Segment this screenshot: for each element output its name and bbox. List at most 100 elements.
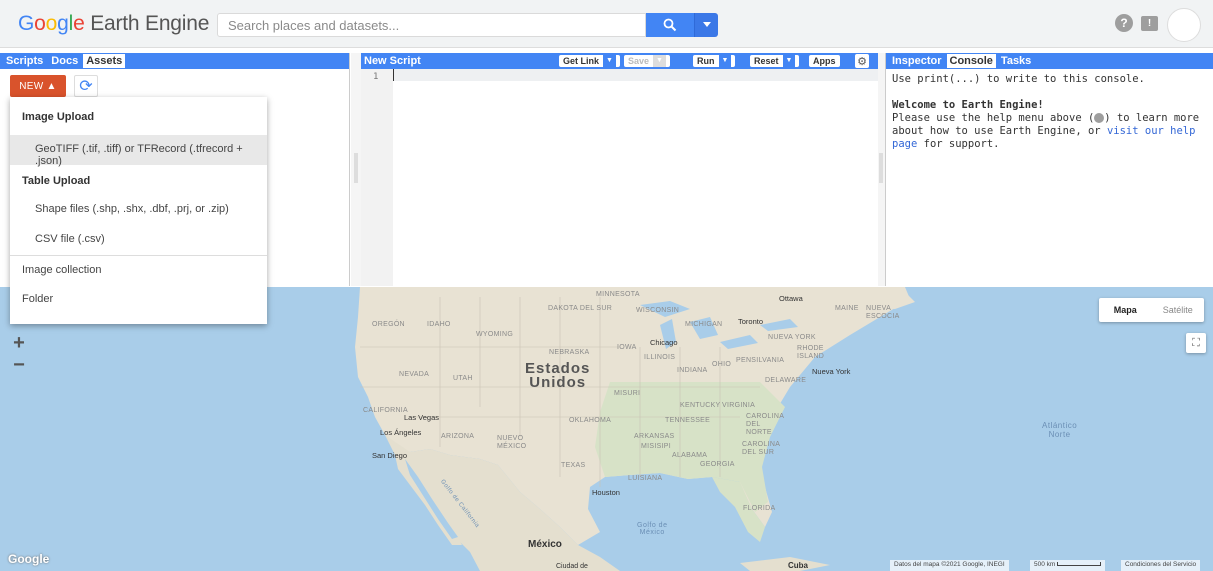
terms-link[interactable]: Condiciones del Servicio <box>1121 560 1201 571</box>
map-attribution: Datos del mapa ©2021 Google, INEGI <box>890 560 1009 571</box>
chevron-down-icon[interactable]: ▼ <box>603 55 616 67</box>
google-map-logo: Google <box>8 552 50 566</box>
region-label: RHODE ISLAND <box>797 345 825 360</box>
region-label: GEORGIA <box>700 461 735 468</box>
map-land-shapes <box>355 287 915 571</box>
reset-button[interactable]: Reset ▼ <box>750 55 800 67</box>
region-label: NEVADA <box>399 371 430 378</box>
region-label: TENNESSEE <box>665 417 711 424</box>
city-label: Los Ángeles <box>380 428 422 437</box>
region-label: ALABAMA <box>672 452 708 459</box>
country-label-mexico: México <box>528 539 562 550</box>
help-link[interactable]: visit our help <box>1107 125 1196 137</box>
region-label: MICHIGAN <box>685 321 723 328</box>
code-input[interactable] <box>393 69 878 81</box>
zoom-in-button[interactable]: + <box>8 332 30 354</box>
account-avatar[interactable] <box>1167 8 1201 42</box>
city-label: Houston <box>592 488 620 497</box>
map-scale[interactable]: 500 km <box>1030 560 1106 571</box>
left-panel-tabs: Scripts Docs Assets <box>0 53 349 69</box>
region-label: NUEVA ESCOCIA <box>866 305 900 320</box>
feedback-icon[interactable]: ! <box>1141 15 1158 31</box>
search-options-button[interactable] <box>694 13 718 37</box>
new-asset-button[interactable]: NEW ▲ <box>10 75 66 97</box>
help-icon[interactable]: ? <box>1115 14 1133 32</box>
region-label: NEBRASKA <box>549 349 590 356</box>
chevron-down-icon[interactable]: ▼ <box>782 55 796 67</box>
region-label: OHIO <box>712 361 732 368</box>
welcome-text-2: about how to use Earth Engine, or <box>892 125 1107 137</box>
refresh-icon[interactable]: ⟳ <box>74 75 98 97</box>
right-splitter[interactable] <box>878 53 885 286</box>
gulf-label: Golfo de México <box>637 522 667 536</box>
fullscreen-icon[interactable]: ⛶ <box>1186 333 1206 353</box>
region-label: KENTUCKY <box>680 402 721 409</box>
gear-icon[interactable]: ⚙ <box>855 54 869 68</box>
map-canvas[interactable]: MINNESOTA DAKOTA DEL SUR WISCONSIN MICHI… <box>0 287 1213 571</box>
city-label: Nueva York <box>812 367 851 376</box>
console-hint: Use print(...) to write to this console. <box>892 73 1145 85</box>
region-label: TEXAS <box>561 462 586 469</box>
logo-product: Earth Engine <box>90 12 210 35</box>
geotiff-upload-item[interactable]: GeoTIFF (.tif, .tiff) or TFRecord (.tfre… <box>10 135 267 167</box>
region-label: INDIANA <box>677 367 708 374</box>
map-type-satellite[interactable]: Satélite <box>1152 298 1205 322</box>
region-label: NUEVO MÉXICO <box>497 435 527 450</box>
zoom-out-button[interactable]: − <box>8 354 30 376</box>
region-label: WISCONSIN <box>636 307 680 314</box>
tab-scripts[interactable]: Scripts <box>3 54 46 68</box>
shape-files-item[interactable]: Shape files (.shp, .shx, .dbf, .prj, or … <box>10 195 267 225</box>
region-label: CALIFORNIA <box>363 407 409 414</box>
assets-toolbar: NEW ▲ ⟳ <box>10 75 98 97</box>
welcome-line-3: page for support. <box>892 138 1207 151</box>
city-label: San Diego <box>372 451 408 460</box>
map-type-map[interactable]: Mapa <box>1099 298 1152 322</box>
new-asset-menu: Image Upload GeoTIFF (.tif, .tiff) or TF… <box>10 97 267 324</box>
tab-docs[interactable]: Docs <box>48 54 81 68</box>
splitter-grip <box>879 153 883 183</box>
right-panel-tabs: Inspector Console Tasks <box>886 53 1213 69</box>
region-label: NUEVA YORK <box>768 334 816 341</box>
get-link-button[interactable]: Get Link ▼ <box>559 55 620 67</box>
ocean-label-line2: Norte <box>1048 430 1071 439</box>
tab-assets[interactable]: Assets <box>83 54 126 68</box>
apps-button[interactable]: Apps <box>809 55 840 67</box>
script-title: New Script <box>364 55 421 67</box>
help-inline-icon <box>1094 113 1105 123</box>
region-label: FLORIDA <box>743 505 776 512</box>
region-label: MAINE <box>835 305 859 312</box>
region-label: PENSILVANIA <box>736 357 785 364</box>
help-page-link[interactable]: page <box>892 138 917 150</box>
image-collection-item[interactable]: Image collection <box>10 255 267 285</box>
region-label: IOWA <box>617 344 637 351</box>
folder-item[interactable]: Folder <box>10 285 267 315</box>
tab-console[interactable]: Console <box>946 54 996 68</box>
top-header: Google Earth Engine Search places and da… <box>0 0 1213 48</box>
search-button[interactable] <box>646 13 694 37</box>
tab-inspector[interactable]: Inspector <box>889 54 945 68</box>
right-panel: Inspector Console Tasks Use print(...) t… <box>885 53 1213 286</box>
city-label: Chicago <box>650 338 678 347</box>
region-label: ARKANSAS <box>634 433 675 440</box>
csv-file-item[interactable]: CSV file (.csv) <box>10 225 267 255</box>
save-button[interactable]: Save ▼ <box>624 55 670 67</box>
search-icon <box>663 18 677 32</box>
region-label: MISISIPI <box>641 443 672 450</box>
image-upload-header: Image Upload <box>22 111 95 123</box>
region-label: MISURI <box>614 390 641 397</box>
get-link-label: Get Link <box>563 56 600 66</box>
left-splitter[interactable] <box>351 53 361 286</box>
zoom-controls: + − <box>8 332 30 376</box>
chevron-down-icon <box>702 22 711 27</box>
search-input[interactable]: Search places and datasets... <box>217 13 646 37</box>
chevron-down-icon[interactable]: ▼ <box>653 55 666 67</box>
splitter-grip <box>354 153 358 183</box>
welcome-title: Welcome to Earth Engine! <box>892 99 1044 111</box>
chevron-down-icon[interactable]: ▼ <box>718 55 732 67</box>
tab-tasks[interactable]: Tasks <box>998 54 1034 68</box>
run-button[interactable]: Run ▼ <box>693 55 736 67</box>
gulf-label-line2: México <box>639 529 665 536</box>
welcome-line-1: Please use the help menu above () to lea… <box>892 112 1207 125</box>
earth-engine-logo[interactable]: Google Earth Engine <box>18 12 209 36</box>
scale-bar <box>1057 562 1102 567</box>
